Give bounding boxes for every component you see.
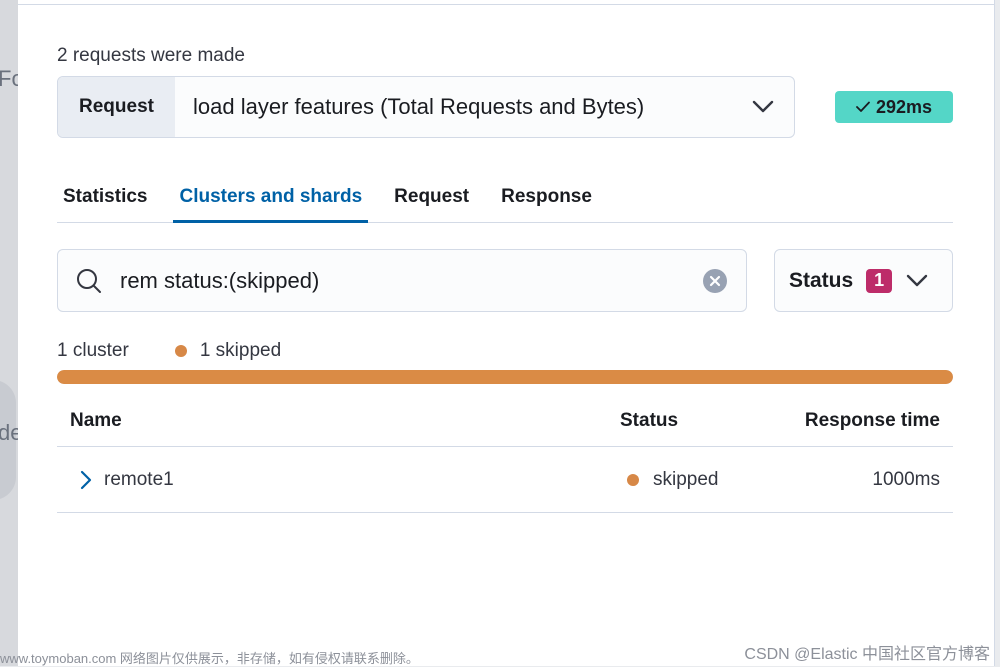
skipped-count: 1 skipped xyxy=(200,340,281,362)
cluster-status-bar xyxy=(57,370,953,384)
cluster-name-cell: remote1 xyxy=(57,469,620,491)
tab-request[interactable]: Request xyxy=(394,176,469,222)
chevron-down-icon xyxy=(906,274,928,288)
status-filter-label: Status xyxy=(789,269,853,293)
cluster-status-bar-skipped xyxy=(57,370,953,384)
watermark-right: CSDN @Elastic 中国社区官方博客 xyxy=(744,640,990,664)
request-time-badge: 292ms xyxy=(835,91,953,123)
cluster-status-text: skipped xyxy=(653,469,719,491)
background-strip: Fo de xyxy=(0,0,18,666)
table-header: Name Status Response time xyxy=(57,395,953,447)
cluster-search-field[interactable]: rem status:(skipped) xyxy=(57,249,747,312)
request-selector-prepend: Request xyxy=(58,77,175,137)
status-filter-count-badge: 1 xyxy=(866,269,892,293)
search-input[interactable]: rem status:(skipped) xyxy=(120,268,684,294)
column-header-status[interactable]: Status xyxy=(620,410,770,432)
flyout-top-edge xyxy=(18,0,994,5)
cluster-name: remote1 xyxy=(104,469,174,491)
column-header-response-time[interactable]: Response time xyxy=(770,410,953,432)
inspector-tabs: Statistics Clusters and shards Request R… xyxy=(57,176,953,223)
clusters-summary: 1 cluster 1 skipped xyxy=(57,340,281,362)
chevron-down-icon[interactable] xyxy=(732,77,794,137)
tab-statistics[interactable]: Statistics xyxy=(63,176,147,222)
request-count-text: 2 requests were made xyxy=(57,45,245,67)
request-selector[interactable]: Request load layer features (Total Reque… xyxy=(57,76,795,138)
skipped-status-dot xyxy=(627,474,639,486)
cluster-response-time: 1000ms xyxy=(770,469,953,491)
check-icon xyxy=(856,101,870,113)
background-text-fragment: de xyxy=(0,420,18,446)
skipped-status-dot xyxy=(175,345,187,357)
table-row: remote1 skipped 1000ms xyxy=(57,447,953,513)
request-time-value: 292ms xyxy=(876,97,932,118)
chevron-right-icon[interactable] xyxy=(80,470,92,490)
clusters-table: Name Status Response time remote1 skippe… xyxy=(57,395,953,513)
watermark-left: www.toymoban.com 网络图片仅供展示，非存储，如有侵权请联系删除。 xyxy=(0,648,419,667)
search-icon xyxy=(58,267,120,295)
clear-search-icon[interactable] xyxy=(684,268,746,294)
cluster-status-cell: skipped xyxy=(620,469,770,491)
inspector-flyout: 2 requests were made Request load layer … xyxy=(18,0,995,666)
request-selector-value[interactable]: load layer features (Total Requests and … xyxy=(175,77,732,137)
column-header-name[interactable]: Name xyxy=(57,410,620,432)
tab-clusters-and-shards[interactable]: Clusters and shards xyxy=(179,176,362,222)
tab-response[interactable]: Response xyxy=(501,176,592,222)
background-text-fragment: Fo xyxy=(0,66,18,92)
status-filter-button[interactable]: Status 1 xyxy=(774,249,953,312)
cluster-count: 1 cluster xyxy=(57,340,129,362)
